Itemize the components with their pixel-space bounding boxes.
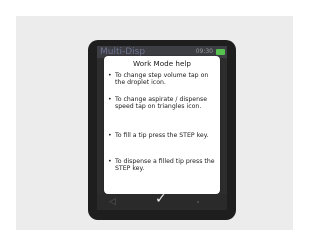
- help-item-text: To fill a tip press the STEP key.: [115, 132, 209, 139]
- back-arrow-icon[interactable]: ◁: [109, 197, 116, 207]
- help-title: Work Mode help: [133, 59, 191, 68]
- pipette-device: Multi-Disp 09:30 Work Mode help • To cha…: [88, 40, 236, 220]
- help-item-fill-tip: • To fill a tip press the STEP key.: [108, 132, 216, 139]
- bullet: •: [108, 96, 112, 103]
- bullet: •: [108, 132, 112, 139]
- battery-icon: [216, 49, 225, 55]
- help-item-text: To change step volume tap on the droplet…: [115, 72, 209, 87]
- help-item-text: To change aspirate / dispense speed tap …: [115, 96, 208, 111]
- help-item-step-volume: • To change step volume tap on the dropl…: [108, 72, 216, 86]
- work-mode-help-dialog: Work Mode help • To change step volume t…: [104, 56, 220, 194]
- bullet: •: [108, 158, 112, 165]
- indicator-dot-icon: [197, 201, 199, 203]
- device-screen: Multi-Disp 09:30 Work Mode help • To cha…: [97, 46, 227, 210]
- bullet: •: [108, 72, 112, 79]
- help-item-dispense-tip: • To dispense a filled tip press the STE…: [108, 158, 216, 172]
- help-item-text: To dispense a filled tip press the STEP …: [115, 158, 215, 173]
- soft-key-bar: ◁ ✓: [97, 191, 227, 210]
- confirm-check-icon[interactable]: ✓: [155, 191, 167, 207]
- help-item-speed: • To change aspirate / dispense speed ta…: [108, 96, 216, 110]
